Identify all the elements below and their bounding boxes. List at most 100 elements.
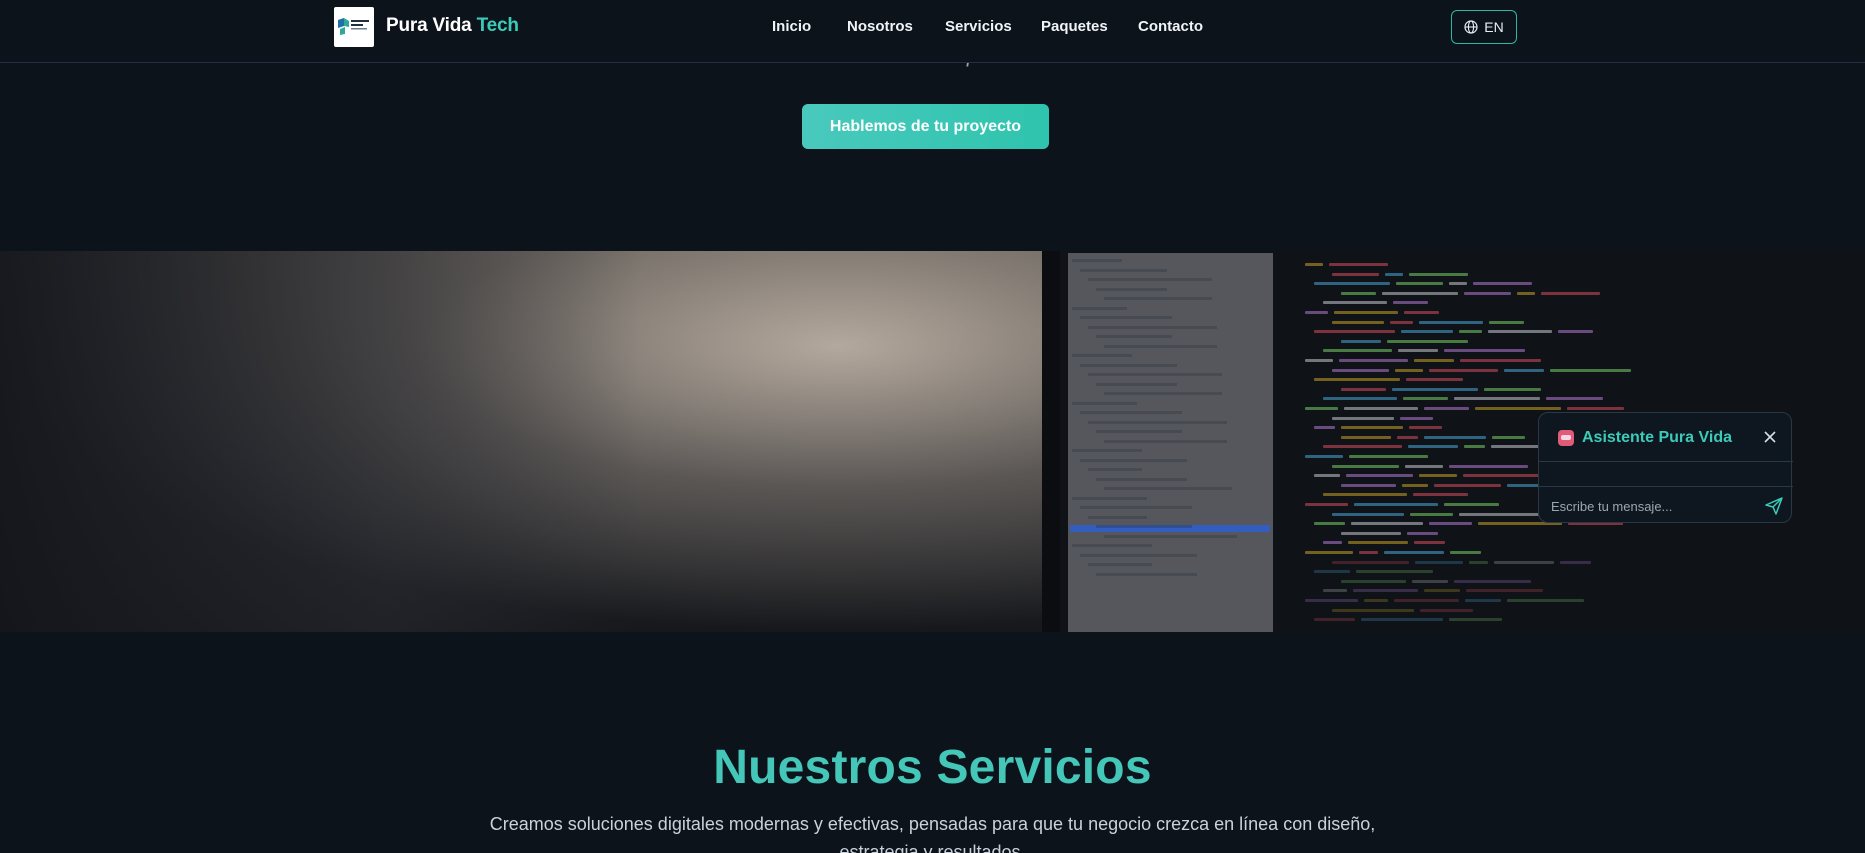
code-token [1305,311,1328,314]
code-token [1424,435,1486,439]
code-token [1444,349,1525,353]
banner-shade [0,251,640,632]
main-nav: Inicio Nosotros Servicios Paquetes Conta… [0,18,1865,38]
banner-divider [1042,251,1060,632]
code-token [1387,339,1468,343]
file-tree-line [1088,468,1142,471]
file-tree-line [1104,392,1222,395]
code-token [1410,512,1453,516]
code-token [1356,570,1433,574]
nav-inicio[interactable]: Inicio [772,18,811,35]
code-token [1314,426,1335,430]
code-token [1323,589,1347,593]
file-tree-line [1104,487,1232,490]
file-tree-line [1088,563,1152,566]
code-token [1364,599,1388,602]
close-icon[interactable] [1762,429,1778,445]
code-token [1314,330,1395,334]
code-token [1341,483,1396,487]
code-token [1489,320,1524,324]
code-token [1464,291,1511,295]
code-token [1463,474,1542,478]
file-tree-line [1096,382,1177,386]
nav-nosotros[interactable]: Nosotros [847,18,913,35]
code-token [1460,359,1541,362]
file-tree-line [1088,278,1212,281]
code-token [1341,579,1406,583]
file-tree-line [1072,354,1132,357]
chat-header: Asistente Pura Vida [1539,413,1793,462]
code-token [1449,282,1467,286]
code-token [1305,551,1353,554]
code-token [1323,349,1392,353]
code-token [1546,397,1603,401]
code-token [1382,291,1458,295]
cta-button[interactable]: Hablemos de tu proyecto [802,104,1049,149]
code-token [1332,416,1394,420]
code-token [1354,503,1438,506]
code-token [1419,474,1457,478]
code-token [1341,435,1391,439]
code-token [1408,445,1458,449]
code-token [1384,551,1444,554]
code-token [1429,522,1472,526]
code-token [1353,589,1418,593]
code-token [1332,512,1404,516]
code-token [1332,560,1409,564]
code-token [1507,599,1584,602]
code-token [1323,301,1387,305]
code-token [1567,407,1624,410]
chat-messages [1539,462,1793,487]
code-token [1392,387,1478,391]
code-token [1390,320,1413,324]
code-token [1339,359,1408,362]
code-token [1406,378,1463,382]
file-tree-line [1080,411,1182,414]
chat-message-input[interactable] [1551,495,1751,517]
file-tree-line [1072,449,1142,452]
code-token [1475,407,1561,410]
code-token [1314,474,1340,478]
code-token [1412,579,1448,583]
code-token [1560,560,1591,564]
code-token [1492,435,1525,439]
code-token [1361,618,1443,622]
file-tree-line [1072,259,1122,262]
nav-contacto[interactable]: Contacto [1138,18,1203,35]
code-token [1550,368,1631,372]
code-token [1329,263,1388,266]
code-token [1415,560,1463,564]
nav-paquetes[interactable]: Paquetes [1041,18,1108,35]
code-token [1413,493,1468,497]
code-token [1429,368,1498,372]
code-token [1332,464,1399,468]
code-token [1459,330,1482,334]
code-token [1332,320,1384,324]
code-token [1323,493,1407,497]
code-token [1305,359,1333,362]
language-toggle-button[interactable]: EN [1451,10,1517,44]
code-token [1409,272,1468,276]
file-tree-line [1072,496,1147,500]
nav-servicios[interactable]: Servicios [945,18,1012,35]
code-token [1454,397,1540,401]
code-token [1394,599,1459,602]
code-token [1434,483,1501,487]
file-tree-line [1104,344,1217,348]
code-token [1541,291,1600,295]
send-icon[interactable] [1764,496,1784,516]
file-tree-line [1080,506,1192,509]
code-token [1314,522,1345,526]
code-token [1341,387,1386,391]
file-tree-line [1080,458,1187,462]
chat-title: Asistente Pura Vida [1582,429,1732,446]
code-token [1401,330,1453,334]
code-token [1348,541,1408,545]
code-token [1334,311,1398,314]
code-token [1341,339,1381,343]
file-tree-line [1096,430,1182,433]
code-token [1484,387,1541,391]
code-token [1494,560,1554,564]
code-token [1305,599,1358,602]
code-token [1419,320,1483,324]
